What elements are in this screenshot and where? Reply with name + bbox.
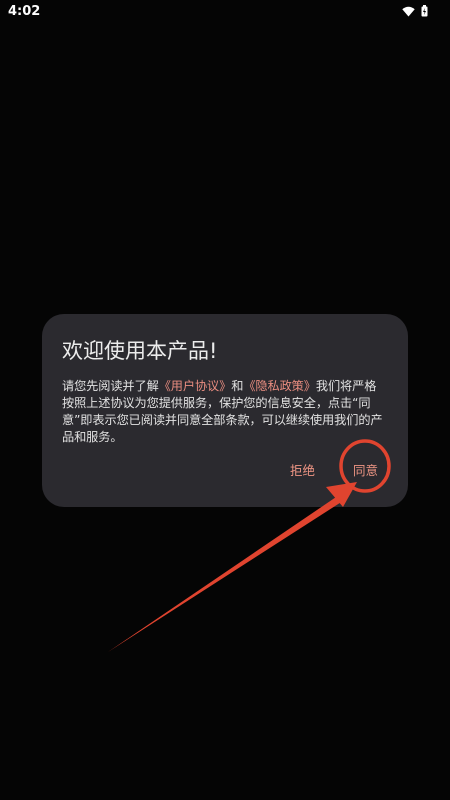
screen: 4:02 欢迎使用本产品! 请您先阅读并了解《用户协议》和《隐私政策》我们将严格… — [0, 0, 450, 800]
wifi-icon — [402, 6, 415, 17]
status-time: 4:02 — [8, 3, 41, 19]
annotation-arrow-shaft — [108, 493, 346, 652]
dialog-message: 请您先阅读并了解《用户协议》和《隐私政策》我们将严格按照上述协议为您提供服务，保… — [62, 378, 388, 446]
dialog-title: 欢迎使用本产品! — [62, 339, 218, 363]
reject-button[interactable]: 拒绝 — [290, 460, 315, 479]
status-bar: 4:02 — [0, 0, 450, 22]
user-agreement-link[interactable]: 《用户协议》 — [159, 379, 232, 393]
agree-button[interactable]: 同意 — [353, 460, 378, 479]
privacy-policy-link[interactable]: 《隐私政策》 — [243, 379, 316, 393]
consent-dialog: 欢迎使用本产品! 请您先阅读并了解《用户协议》和《隐私政策》我们将严格按照上述协… — [42, 314, 408, 507]
message-text-1: 请您先阅读并了解 — [62, 379, 159, 393]
message-text-2: 和 — [231, 379, 244, 393]
status-icons — [402, 5, 428, 17]
dialog-actions: 拒绝 同意 — [290, 460, 378, 479]
battery-icon — [421, 5, 428, 17]
